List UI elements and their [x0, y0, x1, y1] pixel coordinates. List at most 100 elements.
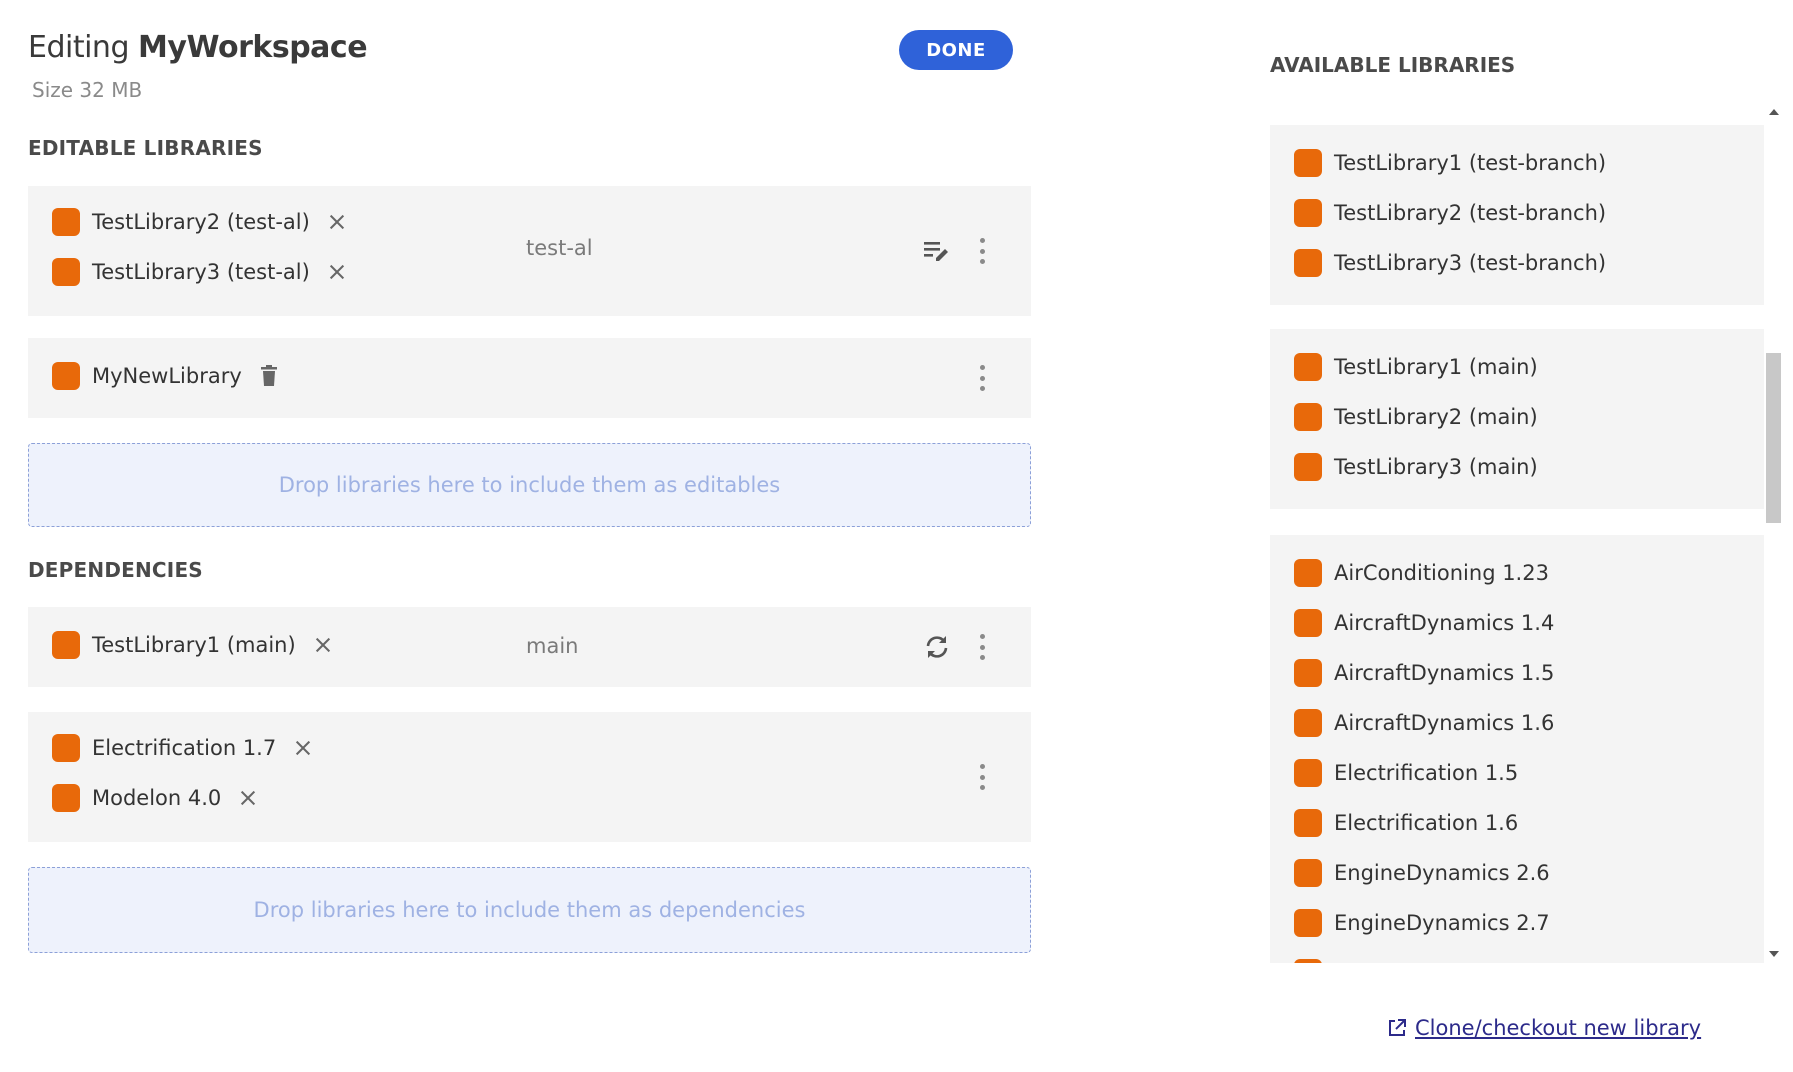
workspace-name: MyWorkspace [138, 30, 368, 65]
branch-label: main [526, 634, 579, 658]
library-name: AircraftDynamics 1.6 [1334, 711, 1555, 735]
library-name: TestLibrary2 (main) [1334, 405, 1538, 429]
library-swatch-icon [1294, 809, 1322, 837]
list-item[interactable]: Electrification 1.7 [52, 734, 314, 762]
library-swatch-icon [52, 734, 80, 762]
list-item[interactable]: TestLibrary2 (test-branch) [1294, 199, 1606, 227]
editable-group-card: TestLibrary2 (test-al) TestLibrary3 (tes… [28, 186, 1031, 316]
list-item[interactable]: Modelon 4.0 [52, 784, 259, 812]
library-swatch-icon [1294, 353, 1322, 381]
library-name: TestLibrary1 (test-branch) [1334, 151, 1607, 175]
library-name: TestLibrary2 (test-branch) [1334, 201, 1607, 225]
available-group: AirConditioning 1.23 AircraftDynamics 1.… [1270, 535, 1764, 963]
library-name: AircraftDynamics 1.4 [1334, 611, 1555, 635]
library-swatch-icon [1294, 959, 1322, 963]
available-libraries-scrollbar[interactable] [1764, 103, 1782, 963]
library-name: AirConditioning 1.23 [1334, 561, 1549, 585]
library-name: EngineDynamics 2.6 [1334, 861, 1550, 885]
list-item[interactable]: TestLibrary3 (main) [1294, 453, 1538, 481]
library-name: TestLibrary3 (test-al) [92, 260, 310, 284]
trash-icon[interactable] [260, 365, 278, 387]
workspace-size: Size 32 MB [32, 78, 143, 102]
library-name: AircraftDynamics 1.5 [1334, 661, 1555, 685]
page-title: Editing MyWorkspace [28, 30, 368, 65]
library-swatch-icon [1294, 559, 1322, 587]
dependencies-dropzone[interactable]: Drop libraries here to include them as d… [28, 867, 1031, 953]
library-swatch-icon [1294, 249, 1322, 277]
available-group: TestLibrary1 (main) TestLibrary2 (main) … [1270, 329, 1764, 509]
scroll-thumb[interactable] [1766, 353, 1781, 523]
list-item[interactable]: AircraftDynamics 1.5 [1294, 659, 1554, 687]
editables-dropzone[interactable]: Drop libraries here to include them as e… [28, 443, 1031, 527]
external-link-icon [1389, 1019, 1406, 1036]
more-options-icon[interactable] [978, 634, 986, 660]
list-item[interactable]: TestLibrary2 (main) [1294, 403, 1538, 431]
remove-icon[interactable] [312, 634, 334, 656]
dependency-group-card: TestLibrary1 (main) main [28, 607, 1031, 687]
dependency-group-card: Electrification 1.7 Modelon 4.0 [28, 712, 1031, 842]
library-name: Electrification 1.5 [1334, 761, 1519, 785]
remove-icon[interactable] [326, 261, 348, 283]
library-swatch-icon [1294, 609, 1322, 637]
editable-libraries-title: EDITABLE LIBRARIES [28, 136, 263, 160]
library-name: Modelon 4.0 [92, 786, 222, 810]
list-item[interactable]: MyNewLibrary [52, 362, 278, 390]
library-swatch-icon [1294, 709, 1322, 737]
scroll-up-icon[interactable] [1769, 109, 1779, 115]
list-item[interactable]: TestLibrary3 (test-al) [52, 258, 348, 286]
remove-icon[interactable] [237, 787, 259, 809]
list-item[interactable]: AirConditioning 1.23 [1294, 559, 1549, 587]
list-item[interactable]: Electrification 1.5 [1294, 759, 1518, 787]
library-name: TestLibrary3 (test-branch) [1334, 251, 1607, 275]
list-item[interactable]: TestLibrary3 (test-branch) [1294, 249, 1606, 277]
more-options-icon[interactable] [978, 365, 986, 391]
list-item[interactable]: TestLibrary1 (main) [1294, 353, 1538, 381]
available-libraries-list[interactable]: TestLibrary1 (test-branch) TestLibrary2 … [1270, 103, 1790, 963]
more-options-icon[interactable] [978, 238, 986, 264]
available-libraries-title: AVAILABLE LIBRARIES [1270, 53, 1516, 77]
library-name: TestLibrary2 (test-al) [92, 210, 310, 234]
library-swatch-icon [1294, 403, 1322, 431]
library-swatch-icon [1294, 453, 1322, 481]
library-name: TestLibrary1 (main) [92, 633, 296, 657]
dependencies-title: DEPENDENCIES [28, 558, 203, 582]
sync-icon[interactable] [922, 632, 952, 662]
library-name: Electrification 1.6 [1334, 811, 1519, 835]
list-item[interactable]: TestLibrary1 (test-branch) [1294, 149, 1606, 177]
library-swatch-icon [1294, 909, 1322, 937]
list-item[interactable]: EngineDynamics 2.7 [1294, 909, 1550, 937]
list-item[interactable]: AircraftDynamics 1.4 [1294, 609, 1554, 637]
available-group: TestLibrary1 (test-branch) TestLibrary2 … [1270, 125, 1764, 305]
list-item[interactable] [1294, 959, 1334, 963]
remove-icon[interactable] [292, 737, 314, 759]
library-swatch-icon [52, 631, 80, 659]
library-swatch-icon [1294, 659, 1322, 687]
title-prefix: Editing [28, 30, 130, 65]
list-item[interactable]: AircraftDynamics 1.6 [1294, 709, 1554, 737]
library-swatch-icon [1294, 759, 1322, 787]
list-item[interactable]: TestLibrary1 (main) [52, 631, 334, 659]
done-button[interactable]: DONE [899, 30, 1013, 70]
edit-list-icon[interactable] [922, 235, 952, 265]
library-swatch-icon [52, 784, 80, 812]
library-swatch-icon [52, 362, 80, 390]
library-swatch-icon [1294, 149, 1322, 177]
library-name: TestLibrary1 (main) [1334, 355, 1538, 379]
library-swatch-icon [1294, 199, 1322, 227]
library-name: TestLibrary3 (main) [1334, 455, 1538, 479]
clone-checkout-link[interactable]: Clone/checkout new library [1387, 1016, 1701, 1040]
branch-label: test-al [526, 236, 593, 260]
library-swatch-icon [52, 208, 80, 236]
clone-link-label: Clone/checkout new library [1415, 1016, 1702, 1040]
library-name: MyNewLibrary [92, 364, 242, 388]
library-name: EngineDynamics 2.7 [1334, 911, 1550, 935]
workspace-editor: Editing MyWorkspace Size 32 MB DONE EDIT… [0, 0, 1793, 1072]
remove-icon[interactable] [326, 211, 348, 233]
list-item[interactable]: EngineDynamics 2.6 [1294, 859, 1550, 887]
scroll-down-icon[interactable] [1769, 951, 1779, 957]
editable-group-card: MyNewLibrary [28, 338, 1031, 418]
list-item[interactable]: TestLibrary2 (test-al) [52, 208, 348, 236]
list-item[interactable]: Electrification 1.6 [1294, 809, 1518, 837]
more-options-icon[interactable] [978, 764, 986, 790]
library-name: Electrification 1.7 [92, 736, 277, 760]
